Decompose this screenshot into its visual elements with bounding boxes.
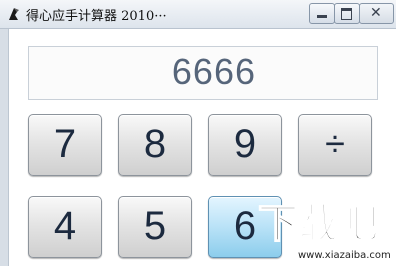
calculator-window: 得心应手计算器 2010··· ✕ 6666 7 8 9 ÷ 4 5 6 下载吧… [0,0,396,266]
close-icon: ✕ [370,5,382,21]
key-divide[interactable]: ÷ [298,114,372,176]
title-bar[interactable]: 得心应手计算器 2010··· ✕ [0,0,396,29]
watermark-logo: 下载吧 [257,201,379,247]
window-title: 得心应手计算器 2010··· [26,9,167,24]
key-7[interactable]: 7 [28,114,102,176]
window-left-border [0,29,9,266]
watermark-url: www.xiazaiba.com [298,250,391,261]
minimize-button[interactable] [309,3,335,24]
key-4[interactable]: 4 [28,196,102,258]
key-8[interactable]: 8 [118,114,192,176]
display-value: 6666 [171,51,256,92]
app-icon [9,8,19,20]
calculator-display: 6666 [28,46,378,100]
minimize-icon [317,15,327,18]
key-9[interactable]: 9 [208,114,282,176]
close-button[interactable]: ✕ [359,3,394,24]
key-5[interactable]: 5 [118,196,192,258]
maximize-button[interactable] [334,3,360,24]
maximize-icon [341,8,352,20]
